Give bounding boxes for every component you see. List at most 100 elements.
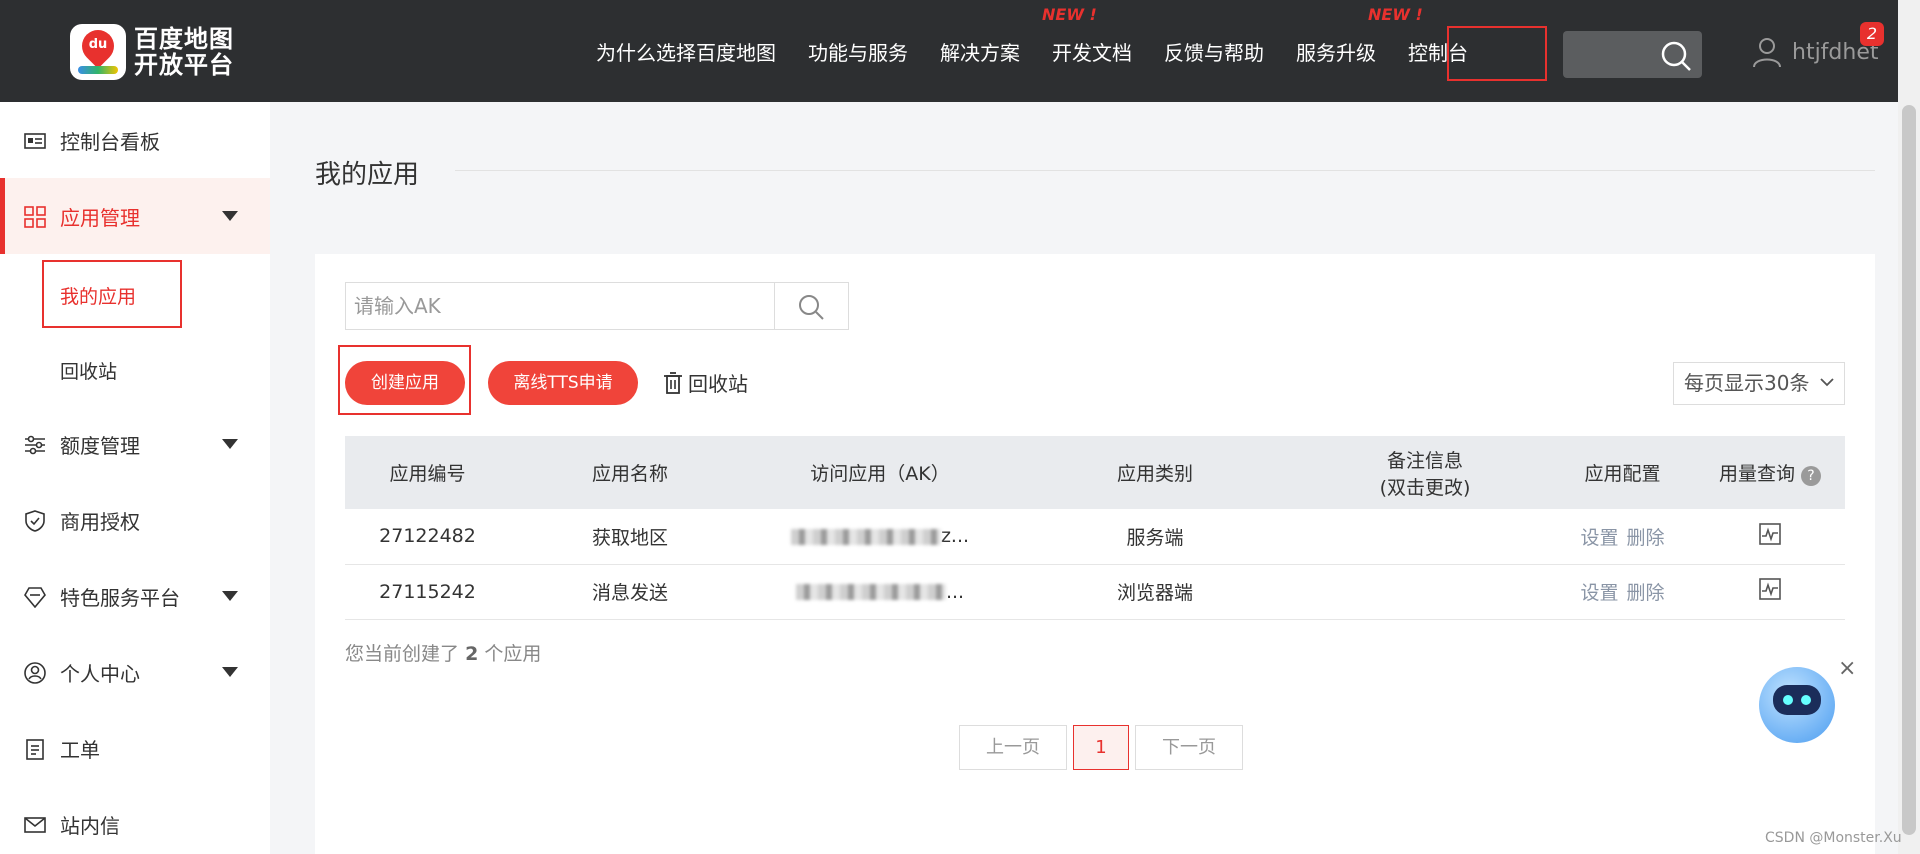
apps-table: 应用编号 应用名称 访问应用（AK） 应用类别 备注信息 (双击更改) 应用配置… bbox=[345, 436, 1845, 620]
nav-feedback[interactable]: 反馈与帮助 bbox=[1164, 37, 1264, 66]
caret-down-icon bbox=[222, 667, 238, 677]
page-1-button[interactable]: 1 bbox=[1073, 725, 1129, 770]
sidebar-label: 站内信 bbox=[60, 813, 120, 838]
sidebar-label: 特色服务平台 bbox=[60, 585, 180, 610]
sidebar-item-quota[interactable]: 额度管理 bbox=[0, 406, 270, 482]
cell-notes[interactable] bbox=[1300, 509, 1550, 565]
console-highlight-box bbox=[1447, 26, 1547, 81]
settings-link[interactable]: 设置 bbox=[1580, 582, 1618, 604]
diamond-icon bbox=[24, 587, 46, 608]
redacted-ak bbox=[790, 528, 941, 545]
nav-upgrade[interactable]: NEW ! 服务升级 bbox=[1296, 5, 1423, 66]
recycle-bin-label: 回收站 bbox=[688, 372, 748, 396]
main-nav: 为什么选择百度地图 功能与服务 解决方案 NEW ! 开发文档 反馈与帮助 NE… bbox=[596, 0, 1468, 102]
search-icon bbox=[1661, 41, 1691, 71]
ak-search-button[interactable] bbox=[775, 282, 849, 330]
cell-usage bbox=[1695, 509, 1845, 565]
baidu-map-logo[interactable]: du 百度地图 开放平台 bbox=[70, 23, 234, 80]
cell-app-id: 27122482 bbox=[345, 509, 510, 565]
cell-ak: z... bbox=[750, 509, 1010, 565]
col-notes-line1: 备注信息 bbox=[1386, 449, 1463, 472]
close-assistant-icon[interactable]: × bbox=[1838, 656, 1856, 681]
per-page-value: 每页显示30条 bbox=[1684, 371, 1810, 395]
app-count-note: 您当前创建了 2 个应用 bbox=[345, 639, 541, 666]
sidebar-subitem-recycle-bin[interactable]: 回收站 bbox=[60, 357, 117, 384]
sidebar-label: 个人中心 bbox=[60, 661, 140, 686]
cell-usage bbox=[1695, 564, 1845, 620]
settings-link[interactable]: 设置 bbox=[1580, 527, 1618, 549]
recycle-bin-link[interactable]: 回收站 bbox=[662, 368, 748, 397]
grid-icon bbox=[24, 206, 46, 228]
nav-dev-docs[interactable]: NEW ! 开发文档 bbox=[1042, 5, 1132, 66]
cell-app-type: 浏览器端 bbox=[1010, 564, 1300, 620]
sliders-icon bbox=[25, 435, 45, 455]
my-apps-highlight-box bbox=[42, 260, 182, 328]
cell-app-type: 服务端 bbox=[1010, 509, 1300, 565]
sidebar-item-tickets[interactable]: 工单 bbox=[0, 710, 270, 786]
top-search-button[interactable] bbox=[1563, 31, 1702, 78]
cell-app-name: 获取地区 bbox=[510, 509, 750, 565]
cell-config: 设置 删除 bbox=[1550, 564, 1695, 620]
pagination: 上一页 1 下一页 bbox=[959, 725, 1243, 770]
col-app-id: 应用编号 bbox=[345, 436, 510, 509]
col-config: 应用配置 bbox=[1550, 436, 1695, 509]
id-card-icon bbox=[24, 133, 46, 149]
sidebar-item-personal-center[interactable]: 个人中心 bbox=[0, 634, 270, 710]
caret-down-icon bbox=[222, 211, 238, 221]
caret-down-icon bbox=[222, 591, 238, 601]
new-badge: NEW ! bbox=[1368, 4, 1423, 24]
prev-page-button[interactable]: 上一页 bbox=[959, 725, 1067, 770]
logo-badge-text: du bbox=[88, 37, 108, 52]
per-page-select[interactable]: 每页显示30条 bbox=[1673, 362, 1845, 405]
watermark: CSDN @Monster.Xu bbox=[1765, 830, 1902, 846]
page-scrollbar[interactable] bbox=[1898, 0, 1920, 854]
usage-chart-icon[interactable] bbox=[1759, 578, 1781, 600]
sidebar: 控制台看板 应用管理 我的应用 回收站 额度管理 商用授权 特色服务平台 个人中… bbox=[0, 102, 270, 854]
col-notes-line2: (双击更改) bbox=[1379, 476, 1471, 499]
col-ak: 访问应用（AK） bbox=[750, 436, 1010, 509]
delete-link[interactable]: 删除 bbox=[1627, 527, 1665, 549]
trash-icon bbox=[664, 371, 682, 394]
usage-chart-icon[interactable] bbox=[1759, 522, 1781, 545]
sidebar-label: 工单 bbox=[60, 737, 100, 762]
cell-app-name: 消息发送 bbox=[510, 564, 750, 620]
logo-line-1: 百度地图 bbox=[134, 25, 234, 53]
nav-upgrade-label: 服务升级 bbox=[1296, 40, 1376, 65]
offline-tts-button[interactable]: 离线TTS申请 bbox=[488, 361, 638, 405]
redacted-ak bbox=[795, 584, 946, 600]
nav-solutions[interactable]: 解决方案 bbox=[940, 37, 1020, 66]
cell-notes[interactable] bbox=[1300, 564, 1550, 620]
ak-ellipsis: z... bbox=[940, 525, 970, 548]
nav-features[interactable]: 功能与服务 bbox=[808, 37, 908, 66]
nav-why-baidu[interactable]: 为什么选择百度地图 bbox=[596, 37, 776, 66]
table-row: 27115242 消息发送 ... 浏览器端 设置 删除 bbox=[345, 564, 1845, 620]
sidebar-item-commercial-license[interactable]: 商用授权 bbox=[0, 482, 270, 558]
help-icon[interactable]: ? bbox=[1801, 466, 1821, 486]
nav-dev-docs-label: 开发文档 bbox=[1052, 40, 1132, 65]
delete-link[interactable]: 删除 bbox=[1627, 582, 1665, 604]
search-icon bbox=[799, 295, 824, 320]
next-page-button[interactable]: 下一页 bbox=[1135, 725, 1243, 770]
sidebar-item-special-services[interactable]: 特色服务平台 bbox=[0, 558, 270, 634]
count-prefix: 您当前创建了 bbox=[345, 643, 460, 665]
shield-check-icon bbox=[25, 510, 45, 532]
scrollbar-thumb[interactable] bbox=[1902, 105, 1916, 835]
assistant-robot-icon[interactable] bbox=[1759, 667, 1835, 743]
count-suffix: 个应用 bbox=[484, 643, 542, 665]
col-usage-label: 用量查询 bbox=[1718, 463, 1795, 485]
col-app-type: 应用类别 bbox=[1010, 436, 1300, 509]
user-icon bbox=[1753, 38, 1781, 68]
sidebar-item-messages[interactable]: 站内信 bbox=[0, 786, 270, 854]
page-title: 我的应用 bbox=[315, 160, 420, 190]
sidebar-label: 控制台看板 bbox=[60, 129, 160, 154]
chevron-down-icon bbox=[1820, 378, 1834, 387]
ak-search-input[interactable]: 请输入AK bbox=[345, 282, 775, 330]
col-app-name: 应用名称 bbox=[510, 436, 750, 509]
cell-app-id: 27115242 bbox=[345, 564, 510, 620]
create-app-highlight-box bbox=[338, 345, 471, 415]
col-notes: 备注信息 (双击更改) bbox=[1300, 436, 1550, 509]
sidebar-item-dashboard[interactable]: 控制台看板 bbox=[0, 102, 270, 178]
new-badge: NEW ! bbox=[1042, 4, 1097, 24]
sidebar-item-app-management[interactable]: 应用管理 bbox=[0, 178, 270, 254]
sidebar-label: 商用授权 bbox=[60, 509, 140, 534]
